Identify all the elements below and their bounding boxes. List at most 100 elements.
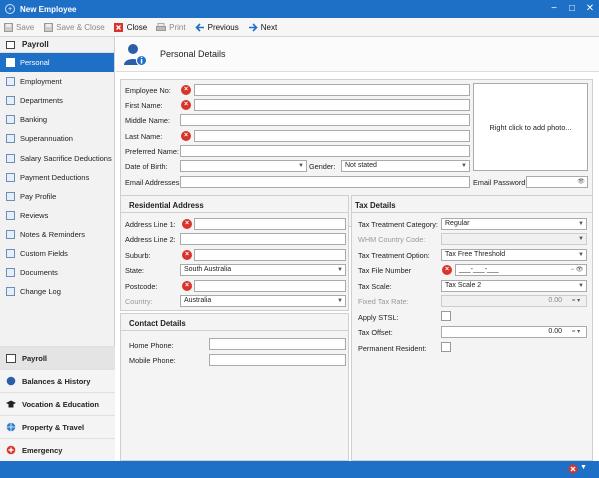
photo-box[interactable]: Right click to add photo... — [473, 83, 588, 171]
save-close-button[interactable]: Save & Close — [43, 22, 105, 32]
apply-stsl-checkbox[interactable] — [441, 311, 451, 321]
sidebar-item-banking[interactable]: Banking — [0, 110, 114, 129]
dob-picker[interactable]: ▼ — [180, 160, 307, 172]
status-bar: ▼ — [0, 461, 599, 478]
arrow-right-icon — [248, 22, 258, 32]
eye-icon[interactable]: − 👁 — [568, 265, 586, 275]
employment-icon — [6, 77, 15, 87]
sidebar-item-superannuation[interactable]: Superannuation — [0, 129, 114, 148]
sidebar-item-salary-sacrifice[interactable]: Salary Sacrifice Deductions — [0, 148, 114, 167]
home-phone-field[interactable] — [209, 338, 346, 350]
email-password-field[interactable]: 👁 — [526, 176, 588, 188]
state-select[interactable]: South Australia ▼ — [180, 264, 346, 276]
sidebar-item-documents[interactable]: Documents — [0, 263, 114, 282]
treatment-option-select[interactable]: Tax Free Threshold ▼ — [441, 249, 587, 261]
fixed-rate-field[interactable]: 0.00 = ▾ — [441, 295, 587, 307]
save-icon — [3, 22, 13, 32]
tax-scale-select[interactable]: Tax Scale 2 ▼ — [441, 280, 587, 292]
gender-value: Not stated — [345, 162, 377, 169]
next-label: Next — [260, 22, 278, 32]
gender-select[interactable]: Not stated ▼ — [341, 160, 470, 172]
close-label: Close — [126, 22, 148, 32]
last-name-field[interactable] — [194, 130, 470, 142]
email-addresses-field[interactable] — [180, 176, 470, 188]
tax-offset-label: Tax Offset: — [358, 328, 393, 337]
preferred-name-label: Preferred Name: — [125, 147, 179, 156]
chevron-down-icon[interactable]: ▼ — [335, 265, 345, 275]
photo-hint: Right click to add photo... — [489, 122, 572, 132]
window-close-button[interactable]: ✕ — [581, 0, 599, 18]
sidebar-item-label: Banking — [20, 115, 48, 125]
sidebar-item-pay-profile[interactable]: Pay Profile — [0, 187, 114, 206]
salary-sacrifice-icon — [6, 153, 15, 163]
chevron-down-icon[interactable]: ▼ — [576, 281, 586, 291]
chevron-down-icon[interactable]: ▼ — [576, 219, 586, 229]
sidebar-item-reviews[interactable]: Reviews — [0, 206, 114, 225]
tax-category-select[interactable]: Regular ▼ — [441, 218, 587, 230]
treatment-option-label: Tax Treatment Option: — [358, 251, 430, 260]
nav-groups: Payroll Balances & History Vocation & Ed… — [0, 346, 115, 461]
whm-country-select[interactable]: ▼ — [441, 233, 587, 245]
nav-group-payroll[interactable]: Payroll — [0, 346, 115, 369]
sidebar-header-label: Payroll — [22, 40, 49, 49]
globe-icon — [6, 422, 16, 432]
error-status-icon[interactable] — [568, 464, 578, 476]
previous-button[interactable]: Previous — [194, 22, 239, 32]
contact-details-title: Contact Details — [129, 319, 186, 328]
tax-offset-field[interactable]: 0.00 = ▾ — [441, 326, 587, 338]
required-error-icon: × — [182, 250, 192, 260]
permanent-resident-checkbox[interactable] — [441, 342, 451, 352]
tax-scale-value: Tax Scale 2 — [445, 282, 482, 289]
middle-name-field[interactable] — [180, 114, 470, 126]
nav-group-property-travel[interactable]: Property & Travel — [0, 415, 115, 438]
chevron-down-icon[interactable]: ▼ — [580, 464, 587, 471]
sidebar-item-custom-fields[interactable]: Custom Fields — [0, 244, 114, 263]
address-line1-field[interactable] — [194, 218, 346, 230]
required-error-icon: × — [181, 100, 191, 110]
nav-group-label: Property & Travel — [22, 422, 85, 432]
calculator-icon[interactable]: = ▾ — [566, 327, 586, 337]
maximize-button[interactable]: □ — [563, 0, 581, 18]
sidebar-item-payment-deductions[interactable]: Payment Deductions — [0, 168, 114, 187]
postcode-field[interactable] — [194, 280, 346, 292]
country-select[interactable]: Australia ▼ — [180, 295, 346, 307]
sidebar-item-notes[interactable]: Notes & Reminders — [0, 225, 114, 244]
chevron-down-icon[interactable]: ▼ — [576, 250, 586, 260]
sidebar-item-departments[interactable]: Departments — [0, 91, 114, 110]
save-button[interactable]: Save — [3, 22, 34, 32]
fixed-rate-value: 0.00 — [548, 297, 562, 304]
preferred-name-field[interactable] — [180, 145, 470, 157]
suburb-field[interactable] — [194, 249, 346, 261]
page-title: Personal Details — [160, 49, 226, 59]
mobile-phone-field[interactable] — [209, 354, 346, 366]
nav-group-emergency[interactable]: Emergency — [0, 438, 115, 461]
chevron-down-icon[interactable]: ▼ — [335, 296, 345, 306]
sidebar-item-label: Salary Sacrifice Deductions — [20, 153, 112, 163]
chevron-down-icon[interactable]: ▼ — [296, 161, 306, 171]
chevron-down-icon[interactable]: ▼ — [576, 234, 586, 244]
suburb-label: Suburb: — [125, 251, 151, 260]
superannuation-icon — [6, 134, 15, 144]
employee-no-field[interactable] — [194, 84, 470, 96]
nav-group-vocation-education[interactable]: Vocation & Education — [0, 392, 115, 415]
sidebar-item-employment[interactable]: Employment — [0, 72, 114, 91]
save-close-icon — [43, 22, 53, 32]
next-button[interactable]: Next — [248, 22, 277, 32]
chevron-down-icon[interactable]: ▼ — [459, 161, 469, 171]
section-divider — [352, 212, 592, 213]
payroll-icon — [6, 40, 15, 49]
sidebar-item-label: Personal — [20, 58, 50, 68]
print-button[interactable]: Print — [156, 22, 186, 32]
address-line2-field[interactable] — [180, 233, 346, 245]
first-name-field[interactable] — [194, 99, 470, 111]
minimize-button[interactable]: − — [545, 0, 563, 18]
eye-icon[interactable]: 👁 — [575, 177, 587, 187]
sidebar-item-label: Departments — [20, 96, 63, 106]
nav-group-balances-history[interactable]: Balances & History — [0, 369, 115, 392]
sidebar-item-personal[interactable]: Personal — [0, 53, 114, 73]
sidebar-item-change-log[interactable]: Change Log — [0, 282, 114, 301]
tfn-field[interactable]: ___-___-___ − 👁 — [455, 264, 587, 276]
calculator-icon[interactable]: = ▾ — [566, 296, 586, 306]
tax-category-value: Regular — [445, 220, 470, 227]
close-button[interactable]: Close — [114, 22, 147, 32]
